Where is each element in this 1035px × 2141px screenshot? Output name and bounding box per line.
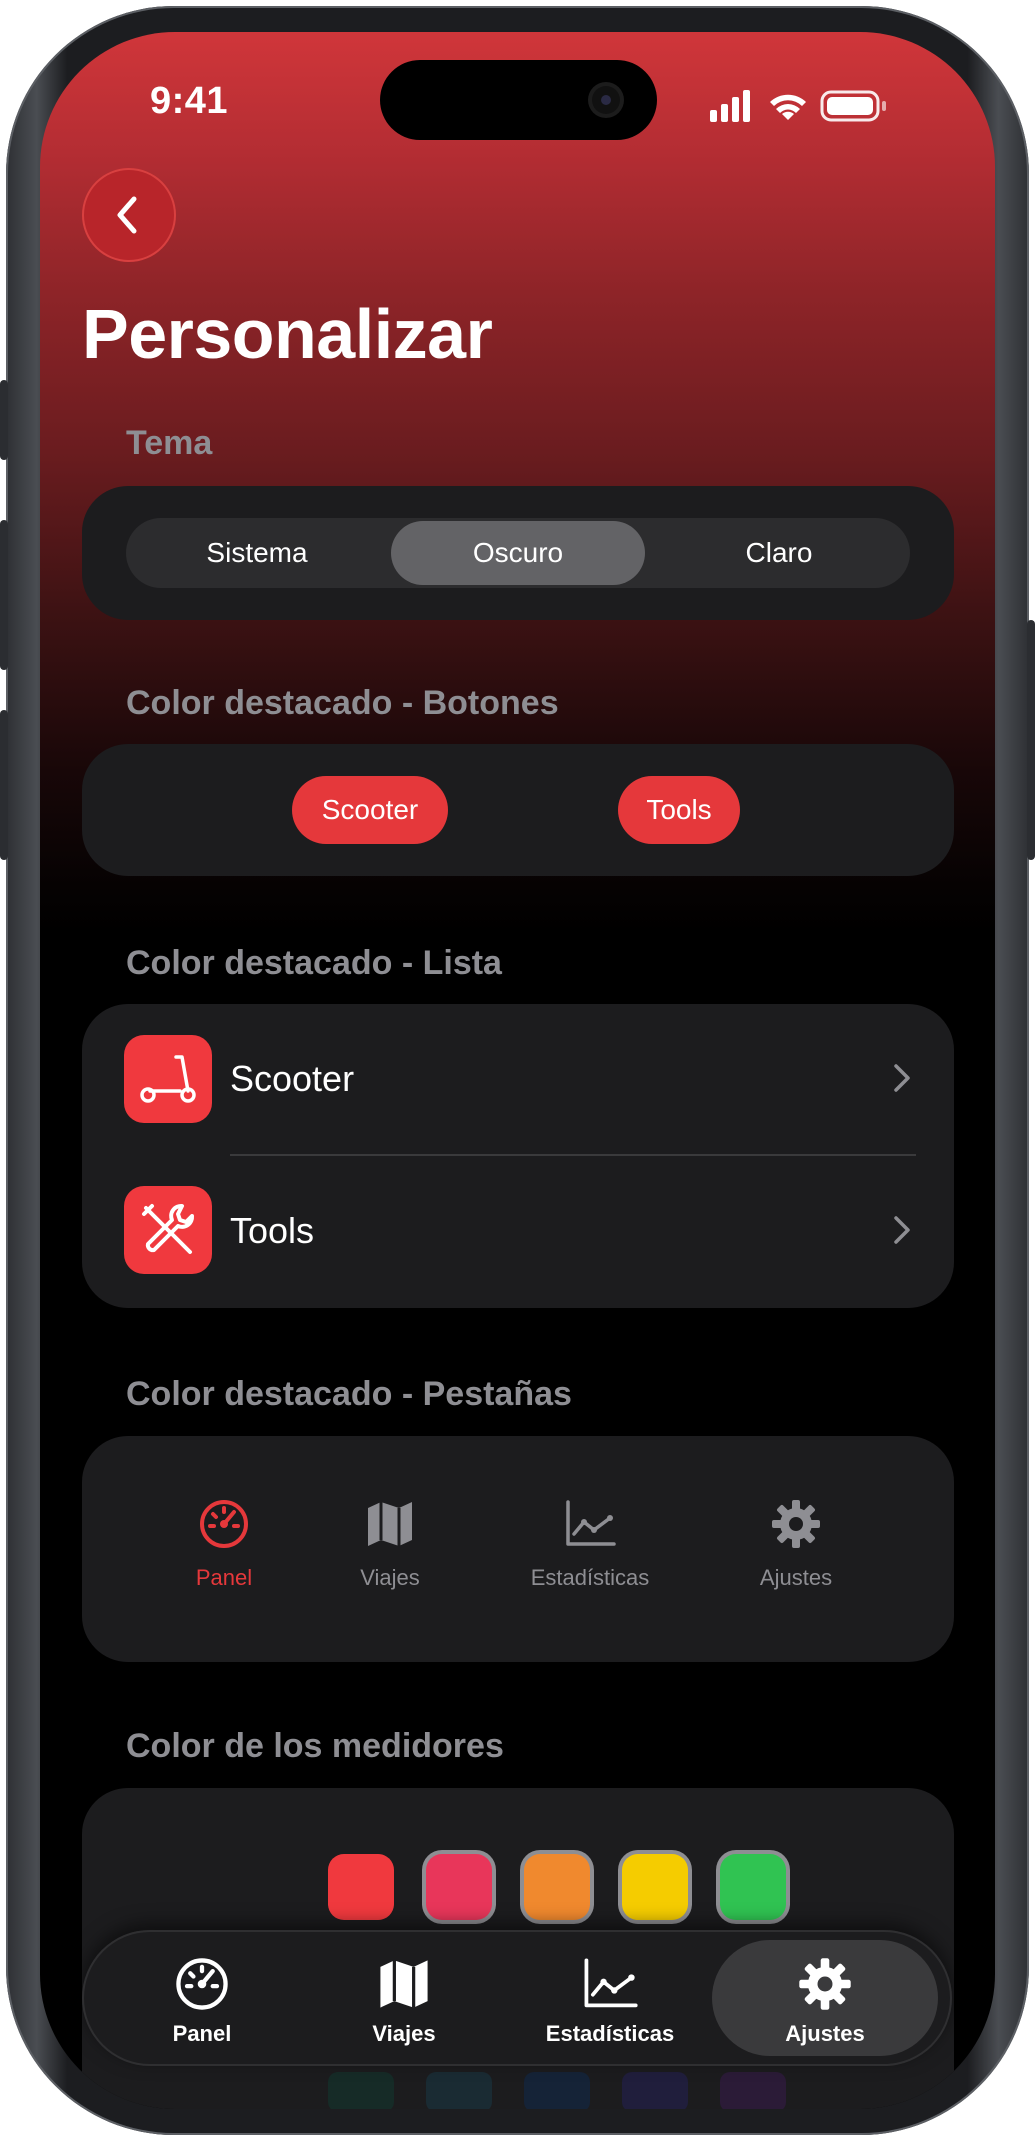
tabs-preview-card: Panel Viajes Estadísticas Ajustes xyxy=(82,1436,954,1662)
back-button[interactable] xyxy=(82,168,176,262)
scooter-icon xyxy=(124,1035,212,1123)
action-button xyxy=(0,380,8,460)
chart-icon xyxy=(566,1500,616,1546)
gauges-section-label: Color de los medidores xyxy=(126,1727,504,1765)
tab-ajustes[interactable]: Ajustes xyxy=(712,1940,938,2056)
status-icons xyxy=(710,88,950,128)
buttons-card: Scooter Tools xyxy=(82,744,954,876)
tools-icon xyxy=(124,1186,212,1274)
tab-label: Estadísticas xyxy=(545,2021,675,2046)
tab-label: Panel xyxy=(172,2021,232,2046)
tab-label: Viajes xyxy=(372,2021,436,2046)
gauge-color-swatch-red[interactable] xyxy=(328,1854,394,1920)
gauge-color-swatch-cyan[interactable] xyxy=(426,2072,492,2109)
tools-button[interactable]: Tools xyxy=(618,776,740,844)
theme-section-label: Tema xyxy=(126,424,213,462)
app-screen: 9:41 Personalizar Tema Sistema Oscuro Cl… xyxy=(40,32,995,2109)
gauge-color-swatch-indigo[interactable] xyxy=(622,2072,688,2109)
status-time: 9:41 xyxy=(150,80,229,122)
tab-preview-estadisticas[interactable]: Estadísticas xyxy=(510,1496,670,1591)
gauge-color-swatch-orange[interactable] xyxy=(524,1854,590,1920)
tab-label: Ajustes xyxy=(785,2021,865,2046)
signal-icon xyxy=(710,90,750,122)
map-icon xyxy=(380,1960,428,2008)
theme-option-oscuro[interactable]: Oscuro xyxy=(391,521,645,585)
tab-preview-ajustes[interactable]: Ajustes xyxy=(716,1496,876,1591)
scooter-button[interactable]: Scooter xyxy=(292,776,448,844)
theme-option-sistema[interactable]: Sistema xyxy=(130,521,384,585)
tabs-section-label: Color destacado - Pestañas xyxy=(126,1375,572,1413)
list-item-label: Tools xyxy=(230,1210,315,1251)
page-title: Personalizar xyxy=(82,295,493,373)
tab-preview-label: Panel xyxy=(195,1565,253,1590)
tab-preview-viajes[interactable]: Viajes xyxy=(310,1496,470,1591)
gauge-color-swatch-green[interactable] xyxy=(720,1854,786,1920)
chart-icon xyxy=(584,1958,638,2008)
list-item-label: Scooter xyxy=(230,1058,355,1099)
tab-panel[interactable]: Panel xyxy=(112,1940,292,2056)
volume-up-button xyxy=(0,520,8,670)
buttons-section-label: Color destacado - Botones xyxy=(126,684,559,722)
theme-card: Sistema Oscuro Claro xyxy=(82,486,954,620)
gauge-color-swatch-pink[interactable] xyxy=(426,1854,492,1920)
battery-icon xyxy=(820,90,886,122)
gear-icon xyxy=(799,1958,851,2010)
tab-preview-label: Estadísticas xyxy=(530,1565,650,1590)
list-section-label: Color destacado - Lista xyxy=(126,944,502,982)
chevron-left-icon xyxy=(117,196,137,234)
map-icon xyxy=(368,1502,412,1546)
gauge-icon xyxy=(176,1958,228,2010)
gauge-color-swatch-yellow[interactable] xyxy=(622,1854,688,1920)
gauge-color-swatch-teal[interactable] xyxy=(328,2072,394,2109)
tab-viajes[interactable]: Viajes xyxy=(314,1940,494,2056)
gauge-color-swatch-purple[interactable] xyxy=(720,2072,786,2109)
list-item-scooter[interactable]: Scooter xyxy=(82,1004,954,1154)
dynamic-island xyxy=(380,60,657,140)
gauge-color-swatch-blue[interactable] xyxy=(524,2072,590,2109)
gauge-icon xyxy=(200,1500,248,1548)
tab-estadisticas[interactable]: Estadísticas xyxy=(520,1940,700,2056)
tab-preview-label: Ajustes xyxy=(759,1565,833,1590)
chevron-right-icon xyxy=(890,1060,914,1101)
volume-down-button xyxy=(0,710,8,860)
power-button xyxy=(1027,620,1035,860)
tab-preview-panel[interactable]: Panel xyxy=(144,1496,304,1591)
gear-icon xyxy=(772,1500,820,1548)
list-card: Scooter Tools xyxy=(82,1004,954,1308)
wifi-icon xyxy=(770,94,806,120)
theme-option-claro[interactable]: Claro xyxy=(652,521,906,585)
bottom-tab-bar: Panel Viajes Estadísticas Ajustes xyxy=(82,1930,952,2066)
theme-segmented-control: Sistema Oscuro Claro xyxy=(126,518,910,588)
tab-preview-label: Viajes xyxy=(360,1565,420,1590)
chevron-right-icon xyxy=(890,1212,914,1253)
list-item-tools[interactable]: Tools xyxy=(82,1156,954,1306)
camera-icon xyxy=(592,86,620,114)
